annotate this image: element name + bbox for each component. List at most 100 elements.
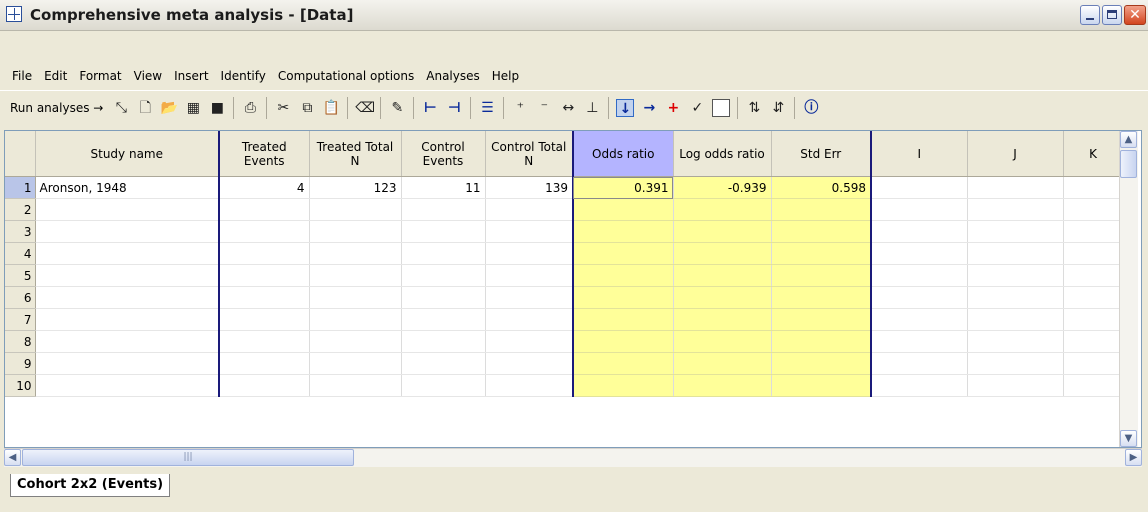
copy-icon[interactable]: ⧉: [298, 99, 316, 117]
cell-odds-ratio[interactable]: [573, 264, 674, 287]
menu-computational-options[interactable]: Computational options: [278, 69, 414, 83]
row-number[interactable]: 2: [5, 198, 36, 221]
cell-log-odds-ratio[interactable]: [673, 330, 772, 353]
align-icon[interactable]: ⊥: [583, 99, 601, 117]
cell-std-err[interactable]: [771, 374, 872, 397]
run-analyses-button[interactable]: Run analyses →: [10, 101, 103, 115]
cell-control-events[interactable]: [401, 286, 486, 309]
row-number[interactable]: 6: [5, 286, 36, 309]
cell-control-events[interactable]: [401, 308, 486, 331]
column-width-icon[interactable]: ↔: [559, 99, 577, 117]
cell-k[interactable]: [1063, 242, 1124, 265]
menu-analyses[interactable]: Analyses: [426, 69, 480, 83]
row-number[interactable]: 9: [5, 352, 36, 375]
cell-std-err[interactable]: [771, 308, 872, 331]
row-number[interactable]: 8: [5, 330, 36, 353]
cell-study-name[interactable]: [35, 264, 220, 287]
cell-control-total-n[interactable]: [485, 286, 574, 309]
cell-i[interactable]: [871, 308, 968, 331]
cell-treated-events[interactable]: [219, 264, 310, 287]
col-header-std-err[interactable]: Std Err: [771, 131, 872, 177]
cell-k[interactable]: [1063, 352, 1124, 375]
col-header-treated-events[interactable]: Treated Events: [219, 131, 310, 177]
menu-help[interactable]: Help: [492, 69, 519, 83]
import-icon[interactable]: ▦: [184, 99, 202, 117]
row-number[interactable]: 3: [5, 220, 36, 243]
cell-i[interactable]: [871, 352, 968, 375]
cell-control-events[interactable]: [401, 264, 486, 287]
cell-control-total-n[interactable]: [485, 220, 574, 243]
row-number[interactable]: 5: [5, 264, 36, 287]
cell-std-err[interactable]: [771, 352, 872, 375]
cell-j[interactable]: [967, 242, 1064, 265]
cell-study-name[interactable]: [35, 352, 220, 375]
cell-odds-ratio[interactable]: [573, 352, 674, 375]
cell-i[interactable]: [871, 286, 968, 309]
row-number[interactable]: 7: [5, 308, 36, 331]
cell-control-events[interactable]: [401, 220, 486, 243]
cell-treated-events[interactable]: [219, 198, 310, 221]
cell-treated-events[interactable]: [219, 330, 310, 353]
insert-row-icon[interactable]: ⊢: [421, 99, 439, 117]
cell-odds-ratio[interactable]: 0.391: [573, 176, 674, 199]
decrease-decimals-icon[interactable]: ⁻: [535, 99, 553, 117]
cell-odds-ratio[interactable]: [573, 242, 674, 265]
cell-study-name[interactable]: [35, 308, 220, 331]
help-info-icon[interactable]: ⓘ: [802, 99, 820, 117]
menu-format[interactable]: Format: [79, 69, 121, 83]
cell-log-odds-ratio[interactable]: -0.939: [673, 176, 772, 199]
row-number[interactable]: 10: [5, 374, 36, 397]
move-right-icon[interactable]: →: [640, 99, 658, 117]
scroll-right-icon[interactable]: ▶: [1125, 449, 1142, 466]
cell-study-name[interactable]: [35, 242, 220, 265]
cell-j[interactable]: [967, 264, 1064, 287]
cell-j[interactable]: [967, 176, 1064, 199]
cell-treated-events[interactable]: [219, 242, 310, 265]
cell-treated-total-n[interactable]: [309, 374, 402, 397]
checkbox-icon[interactable]: [712, 98, 731, 117]
cell-log-odds-ratio[interactable]: [673, 198, 772, 221]
scroll-down-icon[interactable]: ▼: [1120, 430, 1137, 447]
cell-j[interactable]: [967, 330, 1064, 353]
cell-control-events[interactable]: [401, 374, 486, 397]
maximize-button[interactable]: [1102, 5, 1122, 25]
cell-treated-total-n[interactable]: [309, 352, 402, 375]
cell-control-events[interactable]: [401, 330, 486, 353]
col-header-j[interactable]: J: [967, 131, 1064, 177]
corner-cell[interactable]: [5, 131, 36, 177]
cell-control-total-n[interactable]: [485, 264, 574, 287]
cell-treated-events[interactable]: [219, 220, 310, 243]
cell-treated-total-n[interactable]: [309, 242, 402, 265]
cell-treated-total-n[interactable]: [309, 330, 402, 353]
cell-j[interactable]: [967, 220, 1064, 243]
indent-icon[interactable]: ☰: [478, 99, 496, 117]
sort-descending-icon[interactable]: ⇵: [769, 99, 787, 117]
cell-treated-total-n[interactable]: [309, 220, 402, 243]
row-number[interactable]: 1: [5, 176, 36, 199]
col-header-odds-ratio[interactable]: Odds ratio: [573, 131, 674, 177]
cell-control-events[interactable]: [401, 242, 486, 265]
eraser-icon[interactable]: ⌫: [355, 99, 375, 117]
cell-i[interactable]: [871, 264, 968, 287]
cell-odds-ratio[interactable]: [573, 374, 674, 397]
plus-icon[interactable]: +: [664, 99, 682, 117]
col-header-i[interactable]: I: [871, 131, 968, 177]
cell-control-total-n[interactable]: [485, 242, 574, 265]
cell-i[interactable]: [871, 242, 968, 265]
cell-log-odds-ratio[interactable]: [673, 308, 772, 331]
save-icon[interactable]: ■: [208, 99, 226, 117]
cell-std-err[interactable]: [771, 286, 872, 309]
cell-control-events[interactable]: [401, 198, 486, 221]
col-header-treated-total-n[interactable]: Treated Total N: [309, 131, 402, 177]
cell-log-odds-ratio[interactable]: [673, 286, 772, 309]
cell-treated-total-n[interactable]: [309, 264, 402, 287]
cell-odds-ratio[interactable]: [573, 308, 674, 331]
cell-control-events[interactable]: [401, 352, 486, 375]
cell-treated-total-n[interactable]: [309, 308, 402, 331]
horizontal-scrollbar[interactable]: ◀ ||| ▶: [4, 448, 1142, 467]
cell-i[interactable]: [871, 220, 968, 243]
menu-insert[interactable]: Insert: [174, 69, 208, 83]
menu-edit[interactable]: Edit: [44, 69, 67, 83]
cell-treated-total-n[interactable]: 123: [309, 176, 402, 199]
cell-j[interactable]: [967, 308, 1064, 331]
